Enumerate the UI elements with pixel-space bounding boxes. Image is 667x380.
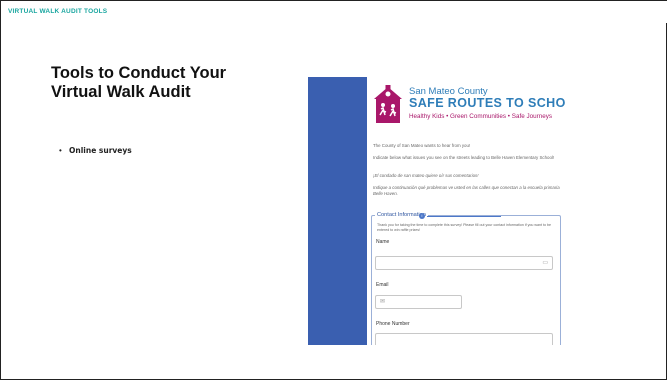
schoolhouse-logo-icon [374, 85, 402, 123]
survey-screenshot: San Mateo County SAFE ROUTES TO SCHOOL H… [308, 77, 565, 345]
email-label: Email [376, 282, 389, 288]
name-label: Name [376, 239, 390, 245]
phone-label: Phone Number [376, 321, 410, 327]
brand-program: SAFE ROUTES TO SCHOOL [409, 96, 565, 110]
slide-title: Tools to Conduct Your Virtual Walk Audit [51, 64, 227, 101]
brand-tagline: Healthy Kids • Green Communities • Safe … [409, 113, 553, 120]
header-label: VIRTUAL WALK AUDIT TOOLS [8, 8, 108, 15]
intro-line-2: Indicate below what issues you see on th… [373, 155, 555, 160]
section-divider [427, 216, 501, 217]
slide: VIRTUAL WALK AUDIT TOOLS Tools to Conduc… [0, 0, 667, 380]
name-input[interactable]: ▭ [375, 256, 553, 270]
section-help-text: Thank you for taking the time to complet… [377, 223, 551, 232]
slide-header: VIRTUAL WALK AUDIT TOOLS [1, 1, 667, 23]
intro-line-3: ¡El condado de san mateo quiere oír sus … [373, 173, 479, 178]
bullet-item: Online surveys [69, 146, 132, 155]
contact-card-icon: ▭ [542, 260, 548, 266]
info-icon[interactable]: i [419, 213, 425, 219]
phone-input[interactable] [375, 333, 553, 345]
intro-line-4: Indique a continuación qué problemas ve … [373, 185, 560, 196]
survey-form: San Mateo County SAFE ROUTES TO SCHOOL H… [367, 77, 565, 345]
bullet-marker: • [59, 146, 62, 155]
email-input[interactable]: ✉ [375, 295, 462, 309]
envelope-icon: ✉ [380, 299, 386, 305]
intro-line-1: The County of San Mateo wants to hear fr… [373, 143, 471, 148]
